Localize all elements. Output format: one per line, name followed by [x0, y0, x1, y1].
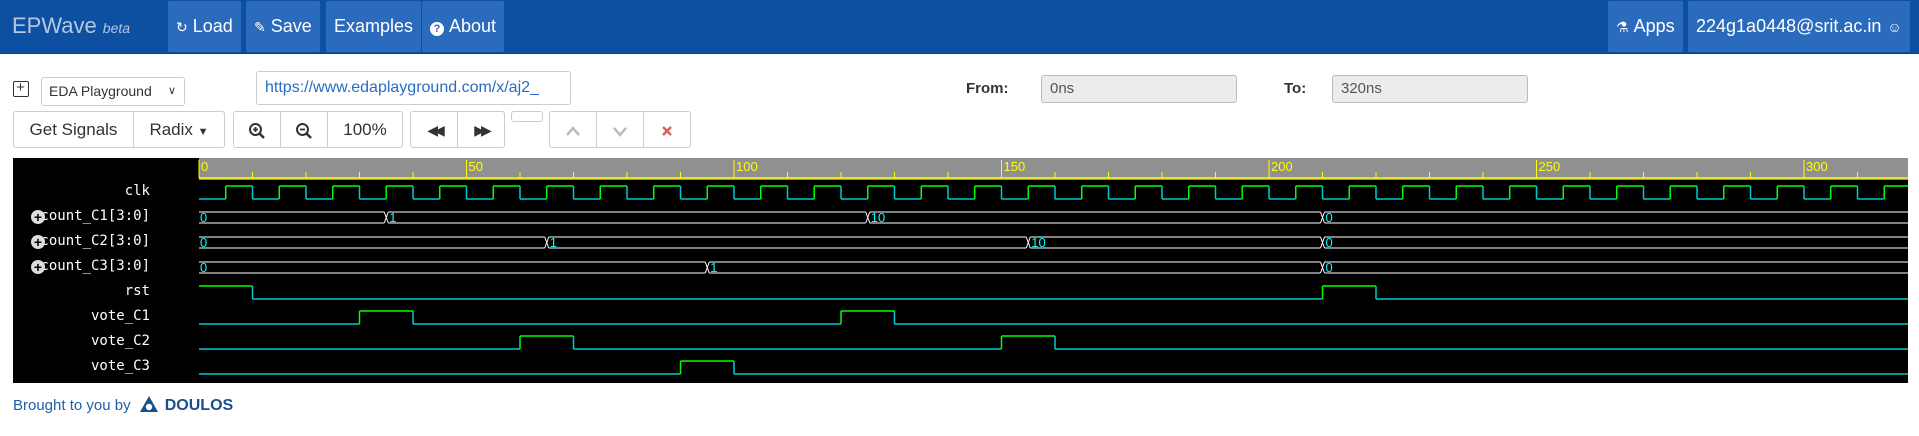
signal-name[interactable]: vote_C3: [91, 358, 150, 374]
signal-name[interactable]: clk: [125, 183, 150, 199]
refresh-icon: ↻: [176, 19, 188, 35]
bus-value-label: 0: [200, 235, 207, 250]
doulos-mark-icon: [139, 396, 158, 412]
get-signals-button[interactable]: Get Signals: [13, 111, 134, 148]
fast-forward-icon: ▶▶: [474, 122, 491, 138]
navbar: EPWave beta ↻ Load ✎ Save Examples ? About ⚗…: [0, 0, 1919, 54]
bus-value-label: 0: [1326, 210, 1333, 225]
question-icon: ?: [430, 22, 444, 36]
timeline-tick-label: 150: [1004, 159, 1026, 174]
pencil-icon: ✎: [254, 19, 266, 35]
chevron-up-icon: [566, 125, 580, 136]
add-signal-button[interactable]: +: [13, 79, 29, 97]
share-url[interactable]: https://www.edaplayground.com/x/aj2_: [256, 71, 571, 105]
signal-name[interactable]: count_C1[3:0]: [40, 208, 150, 224]
save-label: Save: [270, 16, 312, 36]
playground-select-value: EDA Playground: [49, 83, 152, 99]
apps-label: Apps: [1633, 16, 1675, 36]
share-url-text: https://www.edaplayground.com/x/aj2_: [265, 79, 539, 96]
remove-signal-button[interactable]: [643, 111, 691, 148]
examples-button[interactable]: Examples: [326, 1, 422, 52]
timeline-ruler: [199, 158, 1908, 180]
bus-value-label: 1: [389, 210, 396, 225]
radix-label: Radix: [149, 120, 193, 139]
brand-beta: beta: [102, 20, 131, 36]
timeline-tick-label: 100: [736, 159, 758, 174]
bus-value-label: 1: [550, 235, 557, 250]
from-input[interactable]: 0ns: [1041, 75, 1237, 103]
zoom-out-button[interactable]: [280, 111, 328, 148]
bus-value-label: 10: [1031, 235, 1045, 250]
timeline-tick-label: 0: [201, 159, 208, 174]
bus-value-label: 0: [1326, 235, 1333, 250]
next-edge-button[interactable]: ▶▶: [457, 111, 505, 148]
signal-name[interactable]: vote_C1: [91, 308, 150, 324]
timeline-tick-label: 50: [469, 159, 483, 174]
waveform-viewer[interactable]: 0 50 100 150 200 250 300 0 1 10 0 0 1 10 0 0 1 0 clk count…: [13, 158, 1908, 383]
load-button[interactable]: ↻ Load: [168, 1, 241, 52]
zoom-in-icon: [249, 122, 265, 139]
bus-value-label: 0: [200, 260, 207, 275]
examples-label: Examples: [334, 16, 414, 36]
prev-edge-button[interactable]: ◀◀: [410, 111, 458, 148]
marker-field[interactable]: [511, 111, 543, 122]
signal-name[interactable]: count_C2[3:0]: [40, 233, 150, 249]
move-up-button[interactable]: [549, 111, 597, 148]
waveform-canvas[interactable]: 0 50 100 150 200 250 3000 1 10 00 1 10 00 1 0: [13, 158, 1908, 383]
signal-name[interactable]: count_C3[3:0]: [40, 258, 150, 274]
bus-value-label: 0: [200, 210, 207, 225]
timeline-tick-label: 300: [1806, 159, 1828, 174]
flask-icon: ⚗: [1616, 19, 1629, 35]
zoom-out-icon: [296, 122, 312, 139]
expand-bus-icon[interactable]: +: [31, 235, 45, 249]
about-label: About: [449, 16, 497, 36]
user-email: 224g1a0448@srit.ac.in: [1696, 16, 1882, 36]
doulos-logo[interactable]: DOULOS: [139, 396, 234, 414]
move-down-button[interactable]: [596, 111, 644, 148]
zoom-level[interactable]: 100%: [327, 111, 403, 148]
load-label: Load: [192, 16, 233, 36]
user-icon: ☺: [1887, 19, 1902, 35]
doulos-logo-text: DOULOS: [164, 397, 234, 414]
chevron-down-icon: ∨: [167, 85, 176, 97]
bus-value-label: 0: [1326, 260, 1333, 275]
chevron-down-icon: [613, 126, 627, 137]
bus-value-label: 1: [710, 260, 717, 275]
expand-bus-icon[interactable]: +: [31, 210, 45, 224]
footer-text: Brought to you by: [13, 397, 131, 414]
expand-bus-icon[interactable]: +: [31, 260, 45, 274]
signal-name[interactable]: vote_C2: [91, 333, 150, 349]
timeline-tick-label: 200: [1271, 159, 1293, 174]
brand-name: EPWave: [12, 13, 97, 38]
brand[interactable]: EPWave beta: [12, 13, 130, 39]
plus-square-icon: +: [16, 79, 25, 96]
about-button[interactable]: ? About: [422, 1, 505, 52]
signal-name[interactable]: rst: [125, 283, 150, 299]
caret-down-icon: ▼: [197, 126, 209, 138]
save-button[interactable]: ✎ Save: [246, 1, 320, 52]
bus-value-label: 10: [871, 210, 885, 225]
playground-select[interactable]: EDA Playground ∨: [41, 77, 185, 106]
radix-button[interactable]: Radix ▼: [133, 111, 225, 148]
user-menu-button[interactable]: 224g1a0448@srit.ac.in ☺: [1688, 1, 1910, 52]
zoom-in-button[interactable]: [233, 111, 281, 148]
to-label: To:: [1284, 80, 1307, 97]
close-icon: [662, 125, 672, 136]
timeline-tick-label: 250: [1539, 159, 1561, 174]
fast-backward-icon: ◀◀: [427, 122, 444, 138]
apps-button[interactable]: ⚗ Apps: [1608, 1, 1683, 52]
footer: Brought to you by DOULOS: [13, 395, 233, 415]
from-label: From:: [966, 80, 1009, 97]
to-input[interactable]: 320ns: [1332, 75, 1528, 103]
